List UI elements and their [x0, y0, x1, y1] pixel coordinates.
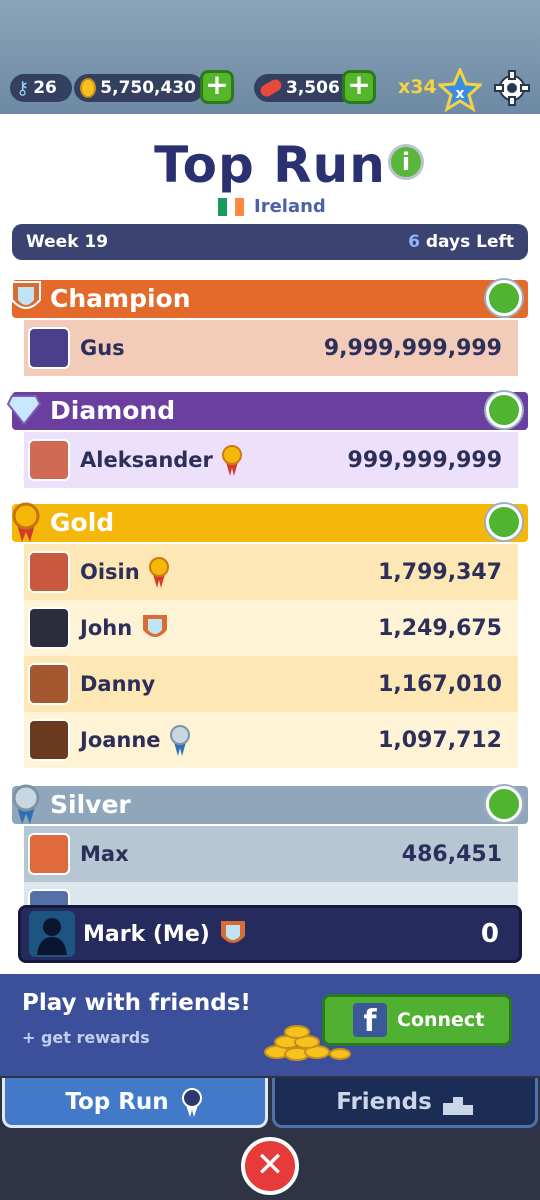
top-bar: ⚷ 26 5,750,430 + 3,506 + x34 x [0, 0, 540, 114]
champion-reward-gift-icon[interactable] [486, 280, 522, 316]
diamond-reward-gift-icon[interactable] [486, 392, 522, 428]
tab-top-run[interactable]: Top Run [2, 1078, 268, 1128]
coin-icon [80, 78, 97, 98]
days-left: 6 days Left [408, 232, 514, 252]
champion-shield-icon [143, 615, 168, 637]
league-header-silver: Silver [12, 786, 528, 824]
facebook-icon: f [353, 1003, 387, 1039]
hoverboard-icon [258, 77, 284, 99]
leaderboard-list[interactable]: Champion Gus 9,999,999,999 Diamond Aleks… [0, 274, 540, 974]
player-score: 1,167,010 [378, 671, 502, 697]
league-header-champion: Champion [12, 280, 528, 318]
coins-counter: 5,750,430 [74, 74, 204, 102]
info-button[interactable]: i [388, 144, 424, 180]
table-row[interactable]: Joanne 1,097,712 [24, 712, 518, 768]
avatar [28, 663, 70, 705]
player-name: Joanne [80, 728, 161, 752]
avatar [28, 439, 70, 481]
page-title: Top Run [154, 136, 386, 194]
player-name: Max [80, 842, 129, 866]
medal-icon [181, 1087, 202, 1117]
champion-shield-icon [11, 281, 41, 309]
player-score: 486,451 [401, 841, 502, 867]
current-user-row[interactable]: Mark (Me) 0 [18, 905, 522, 963]
coins-value: 5,750,430 [100, 78, 196, 98]
podium-icon [442, 1096, 473, 1115]
player-score: 0 [480, 919, 499, 949]
league-header-gold: Gold [12, 504, 528, 542]
silver-medal-icon [12, 784, 40, 824]
add-coins-button[interactable]: + [200, 70, 234, 104]
table-row[interactable]: Max 486,451 [24, 826, 518, 882]
friends-promo: Play with friends! + get rewards f Conne… [0, 974, 540, 1076]
player-score: 1,799,347 [378, 559, 502, 585]
player-name: Mark (Me) [83, 921, 210, 947]
settings-gear-icon[interactable] [494, 70, 530, 106]
player-score: 9,999,999,999 [323, 335, 502, 361]
country-name: Ireland [254, 196, 326, 217]
champion-shield-icon [220, 921, 245, 943]
gold-reward-gift-icon[interactable] [486, 504, 522, 540]
table-row[interactable]: Danny 1,167,010 [24, 656, 518, 712]
svg-text:x: x [455, 86, 464, 102]
table-row[interactable]: John 1,249,675 [24, 600, 518, 656]
gold-medal-icon [12, 502, 40, 542]
avatar [29, 911, 75, 957]
country-label: Ireland [218, 196, 326, 217]
keys-value: 26 [33, 78, 57, 98]
player-score: 1,097,712 [378, 727, 502, 753]
multiplier-star-icon[interactable]: x [438, 68, 482, 112]
avatar [28, 607, 70, 649]
table-row[interactable]: Aleksander 999,999,999 [24, 432, 518, 488]
facebook-connect-button[interactable]: f Connect [322, 994, 512, 1046]
silver-reward-gift-icon[interactable] [486, 786, 522, 822]
key-icon: ⚷ [16, 77, 30, 99]
avatar [28, 551, 70, 593]
close-button[interactable]: ✕ [241, 1137, 299, 1195]
boards-value: 3,506 [286, 78, 340, 98]
player-name: Danny [80, 672, 156, 696]
silver-medal-icon [169, 725, 190, 756]
add-boards-button[interactable]: + [342, 70, 376, 104]
multiplier-value: x34 [398, 76, 437, 98]
promo-heading: Play with friends! [22, 990, 251, 1016]
avatar [28, 327, 70, 369]
player-name: Gus [80, 336, 125, 360]
silhouette-icon [37, 918, 67, 955]
avatar [28, 719, 70, 761]
leaderboard-panel: Top Run i Ireland Week 19 6 days Left Ch… [0, 114, 540, 974]
gold-medal-icon [221, 445, 242, 476]
player-name: Aleksander [80, 448, 213, 472]
player-name: Oisin [80, 560, 140, 584]
week-label: Week 19 [26, 232, 109, 252]
diamond-icon [6, 395, 42, 426]
ireland-flag-icon [218, 197, 245, 216]
player-name: John [80, 616, 133, 640]
tab-friends[interactable]: Friends [272, 1078, 538, 1128]
gold-medal-icon [148, 557, 169, 588]
league-header-diamond: Diamond [12, 392, 528, 430]
player-score: 1,249,675 [378, 615, 502, 641]
table-row[interactable]: Gus 9,999,999,999 [24, 320, 518, 376]
promo-subtext: + get rewards [22, 1028, 150, 1047]
player-score: 999,999,999 [347, 447, 502, 473]
avatar [28, 833, 70, 875]
table-row[interactable]: Oisin 1,799,347 [24, 544, 518, 600]
week-bar: Week 19 6 days Left [12, 224, 528, 260]
boards-counter: 3,506 [254, 74, 356, 102]
keys-counter: ⚷ 26 [10, 74, 72, 102]
